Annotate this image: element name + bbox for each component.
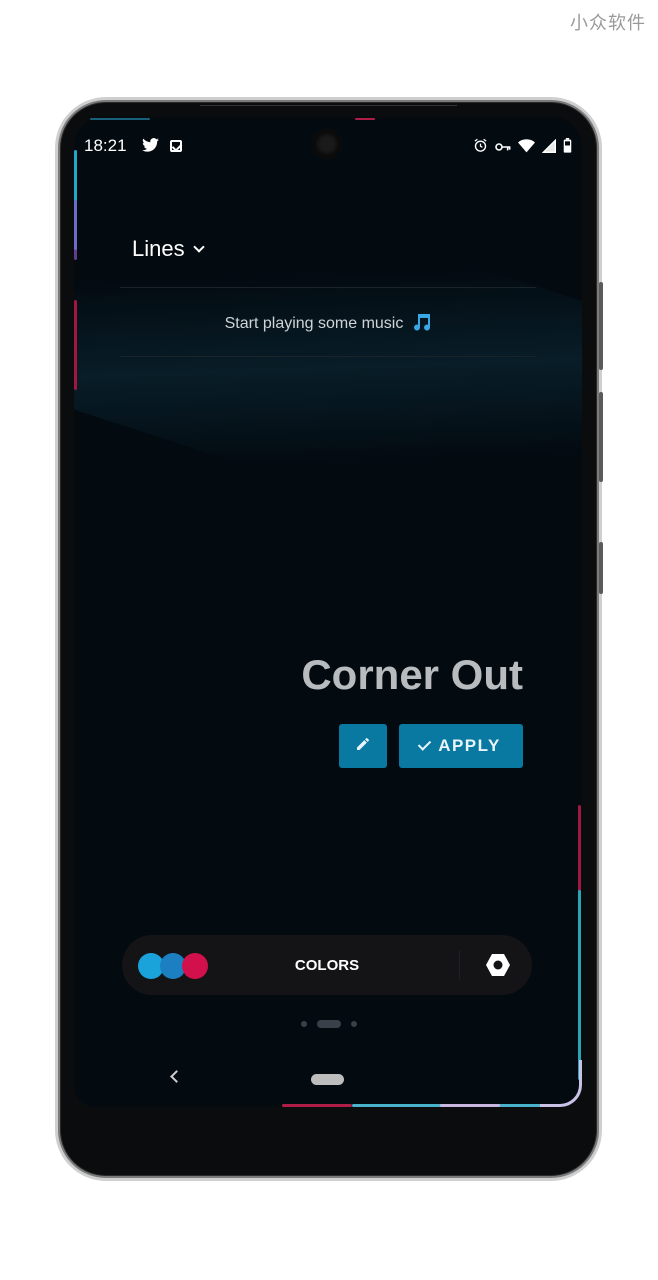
volume-down-button: [599, 392, 603, 482]
page-dot-active[interactable]: [317, 1020, 341, 1028]
apply-label: APPLY: [438, 736, 501, 755]
colors-label: COLORS: [294, 957, 360, 974]
page-dot[interactable]: [351, 1021, 357, 1027]
alarm-icon: [473, 138, 488, 158]
nav-home-pill[interactable]: [311, 1074, 344, 1085]
edge-light-segment: [90, 118, 150, 120]
twitter-icon: [142, 138, 159, 157]
edge-light-segment: [74, 200, 77, 260]
visualizer-type-dropdown[interactable]: Lines: [132, 236, 205, 262]
checkbox-icon: [170, 140, 182, 152]
speaker-grille: [200, 102, 457, 106]
divider: [120, 287, 536, 288]
edge-light-segment: [578, 890, 581, 1080]
power-button: [599, 542, 603, 594]
hex-nut-icon[interactable]: [486, 954, 510, 981]
dropdown-label: Lines: [132, 236, 185, 261]
divider: [120, 356, 536, 357]
edge-light-segment: [578, 805, 581, 895]
watermark: 小众软件: [570, 13, 646, 34]
edit-button[interactable]: [339, 724, 387, 768]
music-note-icon: [413, 312, 431, 336]
music-prompt-text: Start playing some music: [224, 315, 404, 332]
edge-light-segment: [355, 118, 375, 120]
status-bar: 18:21: [82, 134, 578, 160]
edge-light-segment: [282, 1104, 352, 1107]
battery-icon: [563, 138, 572, 158]
edge-light-segment: [74, 300, 77, 390]
vpn-key-icon: [495, 139, 511, 157]
check-icon: [417, 737, 432, 751]
chevron-down-icon: [192, 241, 205, 253]
music-prompt: Start playing some music: [120, 312, 536, 336]
signal-icon: [541, 138, 556, 158]
volume-up-button: [599, 282, 603, 370]
apply-button[interactable]: APPLY: [399, 724, 523, 768]
status-time: 18:21: [84, 136, 127, 155]
colors-bar[interactable]: COLORS: [122, 935, 532, 995]
style-name: Corner Out: [301, 651, 523, 698]
edge-light-segment: [440, 1104, 500, 1107]
pencil-icon: [355, 736, 371, 757]
wifi-icon: [518, 138, 535, 158]
background-glow: [74, 135, 582, 599]
edge-light-corner: [540, 1060, 582, 1107]
page-indicator: [0, 1020, 658, 1028]
divider: [459, 950, 460, 980]
page-dot[interactable]: [301, 1021, 307, 1027]
